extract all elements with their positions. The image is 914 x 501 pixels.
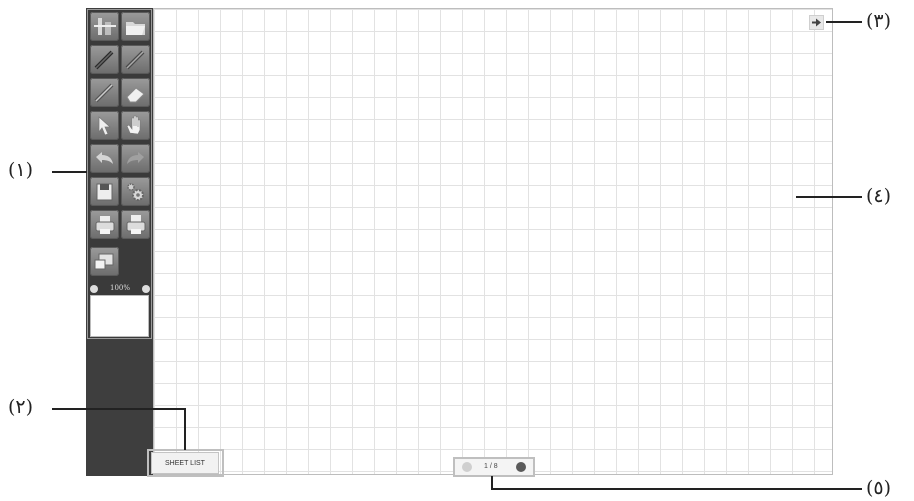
open-button[interactable]: [121, 12, 150, 41]
hand-icon: [126, 115, 141, 135]
pen-red-button[interactable]: [121, 45, 150, 74]
print-all-button[interactable]: [121, 210, 150, 239]
pen-width-icon: [94, 18, 116, 35]
callout-label-5: (٥): [866, 477, 892, 499]
display-button[interactable]: [90, 247, 119, 276]
save-icon: [96, 183, 113, 201]
callout-line-5-v: [491, 476, 493, 490]
pen-blue-icon: [94, 83, 114, 103]
arrow-right-icon: [812, 18, 821, 27]
next-page-icon[interactable]: [516, 462, 526, 472]
callout-label-3: (٣): [866, 10, 892, 32]
print-all-icon: [126, 215, 146, 234]
eraser-icon: [126, 87, 145, 103]
callout-line-5-h: [491, 488, 862, 490]
callout-label-4: (٤): [866, 185, 892, 207]
toolbox: 100%: [87, 9, 152, 339]
page-number: 1 / 8: [484, 463, 498, 470]
pen-black-button[interactable]: [90, 45, 119, 74]
page-navigator: 1 / 8: [453, 457, 535, 477]
save-button[interactable]: [90, 177, 119, 206]
print-button[interactable]: [90, 210, 119, 239]
redo-icon: [127, 152, 144, 164]
redo-button[interactable]: [121, 144, 150, 173]
eraser-button[interactable]: [121, 78, 150, 107]
callout-label-2: (٢): [8, 396, 34, 418]
undo-button[interactable]: [90, 144, 119, 173]
zoom-control: 100%: [90, 284, 150, 294]
callout-line-2-v: [184, 408, 186, 450]
sheet-list-button[interactable]: SHEET LIST: [151, 452, 219, 474]
callout-line-1: [52, 171, 87, 173]
pen-width-button[interactable]: [90, 12, 119, 41]
print-icon: [95, 216, 115, 234]
settings-icon: [127, 183, 144, 201]
zoom-label: 100%: [110, 284, 131, 292]
drawing-canvas[interactable]: [153, 8, 833, 475]
expand-toggle-button[interactable]: [809, 15, 824, 30]
callout-line-2-h: [52, 408, 185, 410]
previous-page-icon[interactable]: [462, 462, 472, 472]
display-icon: [94, 253, 114, 270]
pointer-icon: [98, 116, 111, 136]
hand-button[interactable]: [121, 111, 150, 140]
settings-button[interactable]: [121, 177, 150, 206]
callout-line-3: [826, 21, 862, 23]
sheet-preview[interactable]: [90, 295, 149, 337]
pen-red-icon: [125, 50, 145, 70]
callout-line-4: [796, 196, 862, 198]
pen-blue-button[interactable]: [90, 78, 119, 107]
zoom-in-icon[interactable]: [142, 285, 150, 293]
callout-label-1: (١): [8, 159, 34, 181]
undo-icon: [96, 152, 113, 164]
zoom-out-icon[interactable]: [90, 285, 98, 293]
pointer-button[interactable]: [90, 111, 119, 140]
open-folder-icon: [126, 22, 145, 35]
pen-black-icon: [94, 50, 114, 70]
